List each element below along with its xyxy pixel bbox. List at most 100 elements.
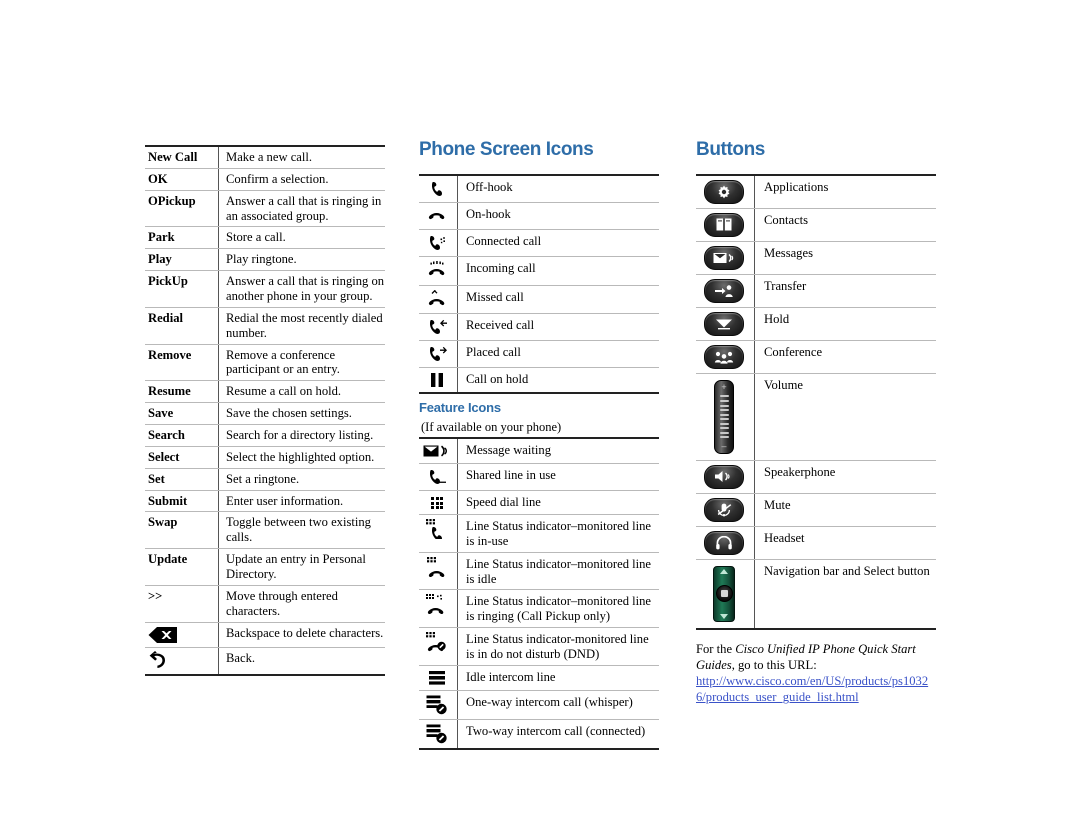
line-status-dnd-icon — [425, 632, 449, 652]
buttons-section: Buttons Applications Contacts Messages Tran… — [696, 140, 936, 705]
missed-call-icon — [427, 289, 447, 309]
softkey-desc-cell: Enter user information. — [218, 490, 385, 513]
softkey-desc-cell: Toggle between two existing calls. — [218, 511, 385, 550]
softkey-label: Submit — [148, 493, 188, 508]
table-row: Resume Resume a call on hold. — [145, 380, 385, 404]
feature-icon-cell — [419, 514, 458, 553]
conference-button-icon — [704, 344, 744, 369]
table-row: Transfer — [696, 274, 936, 308]
softkey-name-cell: Park — [145, 226, 219, 250]
softkey-table: New Call Make a new call. OK Confirm a sele… — [145, 144, 385, 676]
softkey-name-cell: Update — [145, 548, 219, 586]
softkey-desc-cell: Redial the most recently dialed number. — [218, 307, 385, 345]
button-icon-cell — [696, 493, 755, 527]
softkey-label: Play — [148, 252, 172, 267]
softkey-name-cell: Set — [145, 468, 219, 491]
feature-icon-cell — [419, 589, 458, 629]
softkey-desc-cell: Search for a directory listing. — [218, 424, 385, 447]
placed-call-icon — [426, 345, 448, 363]
shared-line-in-use-icon — [426, 468, 448, 486]
page-title-buttons: Buttons — [696, 139, 765, 160]
feature-desc-cell: Line Status indicator–monitored line is … — [457, 552, 659, 591]
table-row: Play Play ringtone. — [145, 248, 385, 272]
page-title-phone-screen-icons: Phone Screen Icons — [419, 139, 594, 160]
table-row: New Call Make a new call. — [145, 144, 385, 169]
softkey-desc-cell: Store a call. — [218, 226, 385, 250]
phone-screen-icons-section: Phone Screen Icons Off-hook On-hook Connec… — [419, 140, 659, 750]
softkey-label: OPickup — [148, 193, 196, 208]
table-row: Two-way intercom call (connected) — [419, 719, 659, 750]
feature-icon-cell — [419, 463, 458, 492]
table-row: Messages — [696, 241, 936, 275]
phone-screen-icons-table: Off-hook On-hook Connected call Incoming ca… — [419, 173, 659, 395]
button-desc-cell: Conference — [754, 340, 936, 374]
table-row: Call on hold — [419, 367, 659, 395]
phone-screen-desc-cell: Missed call — [457, 285, 659, 314]
softkey-desc-cell: Backspace to delete characters. — [218, 622, 385, 648]
quick-start-guide-note: For the Cisco Unified IP Phone Quick Sta… — [696, 641, 932, 705]
feature-desc-cell: Idle intercom line — [457, 665, 659, 692]
back-arrow-icon — [148, 650, 168, 671]
table-row: >> Move through entered characters. — [145, 585, 385, 623]
button-icon-cell — [696, 307, 755, 341]
table-row: Line Status indicator–monitored line is … — [419, 552, 659, 591]
softkey-table-section: New Call Make a new call. OK Confirm a sele… — [145, 144, 385, 676]
softkey-name-cell — [145, 622, 219, 648]
softkey-name-cell — [145, 647, 219, 676]
table-row: On-hook — [419, 202, 659, 230]
table-row: Speed dial line — [419, 490, 659, 516]
table-row: OK Confirm a selection. — [145, 168, 385, 191]
softkey-label: >> — [148, 588, 163, 603]
table-row: PickUp Answer a call that is ringing on a… — [145, 270, 385, 308]
phone-screen-icon-cell — [419, 340, 458, 368]
button-icon-cell — [696, 559, 755, 630]
softkey-label: New Call — [148, 150, 198, 164]
incoming-call-icon — [427, 260, 447, 281]
softkey-desc-cell: Save the chosen settings. — [218, 402, 385, 426]
table-row: Navigation bar and Select button — [696, 559, 936, 630]
table-row: OPickup Answer a call that is ringing in … — [145, 190, 385, 228]
softkey-desc-cell: Back. — [218, 647, 385, 676]
buttons-table: Applications Contacts Messages Transfer Hold… — [696, 173, 936, 630]
softkey-name-cell: Submit — [145, 490, 219, 513]
feature-desc-cell: Two-way intercom call (connected) — [457, 719, 659, 750]
table-row: + – Volume — [696, 373, 936, 461]
table-row: Connected call — [419, 229, 659, 257]
speakerphone-button-icon — [704, 464, 744, 489]
softkey-name-cell: Select — [145, 446, 219, 469]
button-icon-cell — [696, 460, 755, 494]
phone-screen-desc-cell: Received call — [457, 313, 659, 341]
feature-desc-cell: Line Status indicator–monitored line is … — [457, 514, 659, 553]
one-way-intercom-icon — [426, 695, 448, 715]
button-icon-cell — [696, 526, 755, 560]
button-desc-cell: Hold — [754, 307, 936, 341]
button-desc-cell: Headset — [754, 526, 936, 560]
button-icon-cell: + – — [696, 373, 755, 461]
table-row: Headset — [696, 526, 936, 560]
button-desc-cell: Mute — [754, 493, 936, 527]
feature-desc-cell: Line Status indicator-monitored line is … — [457, 627, 659, 666]
feature-icons-note: (If available on your phone) — [421, 420, 562, 435]
button-icon-cell — [696, 274, 755, 308]
button-icon-cell — [696, 208, 755, 242]
table-row: Shared line in use — [419, 463, 659, 492]
table-row: Submit Enter user information. — [145, 490, 385, 513]
feature-icon-cell — [419, 719, 458, 750]
softkey-label: Save — [148, 406, 174, 421]
phone-screen-desc-cell: Call on hold — [457, 367, 659, 395]
on-hook-icon — [427, 207, 447, 225]
softkey-label: Update — [148, 552, 188, 567]
line-status-in-use-icon — [426, 519, 448, 540]
phone-screen-desc-cell: Connected call — [457, 229, 659, 257]
phone-screen-icon-cell — [419, 285, 458, 314]
phone-screen-icon-cell — [419, 229, 458, 257]
received-call-icon — [426, 318, 448, 336]
applications-button-icon — [704, 179, 744, 204]
quick-start-guide-link[interactable]: http://www.cisco.com/en/US/products/ps10… — [696, 673, 932, 705]
softkey-desc-cell: Move through entered characters. — [218, 585, 385, 623]
softkey-name-cell: Play — [145, 248, 219, 272]
table-row: Contacts — [696, 208, 936, 242]
softkey-label: PickUp — [148, 274, 188, 289]
guide-note-prefix: For the — [696, 641, 736, 656]
feature-icons-heading: Feature Icons — [419, 400, 501, 416]
